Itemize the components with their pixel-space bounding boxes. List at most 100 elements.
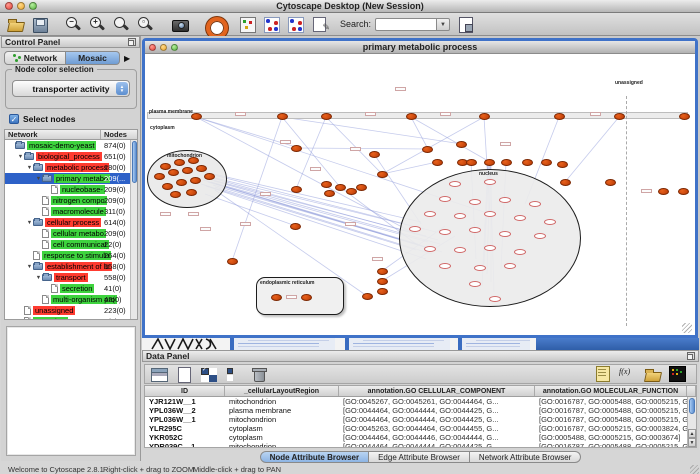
table-icon[interactable] [149, 366, 169, 382]
select-attributes-icon[interactable] [199, 366, 219, 382]
column-header[interactable]: ID [145, 386, 225, 396]
column-header[interactable]: annotation.GO CELLULAR_COMPONENT [339, 386, 535, 396]
gene-node-outlined[interactable] [469, 281, 481, 287]
zoom-fit-icon[interactable] [112, 15, 132, 33]
table-row[interactable]: YJR121W__1mitochondrion[GO:0045267, GO:0… [145, 397, 696, 406]
gene-node[interactable] [369, 151, 380, 158]
gene-node[interactable] [679, 113, 690, 120]
zoom-out-icon[interactable] [64, 15, 84, 33]
gene-node[interactable] [188, 157, 199, 164]
tree-scrollbar[interactable] [130, 140, 137, 319]
gene-node-outlined[interactable] [514, 215, 526, 221]
gene-node[interactable] [227, 258, 238, 265]
layout-a-icon[interactable] [262, 15, 282, 33]
gene-node[interactable] [406, 113, 417, 120]
attribute-editor-icon[interactable] [456, 15, 476, 33]
gene-node[interactable] [658, 188, 669, 195]
gene-node-outlined[interactable] [484, 245, 496, 251]
column-header[interactable]: _cellularLayoutRegion [225, 386, 339, 396]
new-doc-icon[interactable] [174, 366, 194, 382]
gene-node[interactable] [186, 189, 197, 196]
matrix-icon[interactable] [667, 365, 687, 381]
expander-icon[interactable]: ▼ [26, 220, 33, 226]
expander-icon[interactable]: ▼ [35, 176, 42, 182]
gene-node[interactable] [456, 141, 467, 148]
tab-overflow-arrow-icon[interactable]: ▶ [124, 54, 130, 63]
gene-node[interactable] [432, 159, 443, 166]
tab-edge-attribute-browser[interactable]: Edge Attribute Browser [369, 451, 470, 463]
background-window-fragment[interactable] [230, 338, 335, 350]
gene-node[interactable] [277, 113, 288, 120]
table-row[interactable]: YDR039C__1mitochondrion[GO:0044464, GO:0… [145, 442, 696, 448]
gene-node[interactable] [557, 161, 568, 168]
help-ring-icon[interactable] [204, 15, 224, 33]
gene-node[interactable] [522, 159, 533, 166]
gene-node[interactable] [324, 190, 335, 197]
gene-node[interactable] [541, 159, 552, 166]
tree-item[interactable]: unassigned223(0) [5, 305, 130, 316]
gene-node[interactable] [678, 188, 689, 195]
gene-node[interactable] [271, 294, 282, 301]
open-folder-icon[interactable] [643, 365, 663, 383]
gene-node[interactable] [501, 159, 512, 166]
expander-icon[interactable]: ▼ [26, 165, 33, 171]
attribute-table[interactable]: ID_cellularLayoutRegionannotation.GO CEL… [144, 385, 697, 448]
tree-item[interactable]: ▼cellular process614(0) [5, 217, 130, 228]
gene-node[interactable] [290, 223, 301, 230]
gene-node-outlined[interactable] [544, 219, 556, 225]
tree-item[interactable]: ▼metabolic process280(0) [5, 162, 130, 173]
snapshot-icon[interactable] [170, 15, 190, 33]
float-panel-icon[interactable] [128, 38, 136, 46]
column-header[interactable]: annotation.GO MOLECULAR_FUNCTION [535, 386, 687, 396]
float-panel-icon[interactable] [687, 352, 695, 360]
table-scrollbar[interactable]: ▲ ▼ [687, 397, 696, 447]
background-window-fragment[interactable] [536, 338, 699, 350]
gene-node-outlined[interactable] [474, 265, 486, 271]
gene-node[interactable] [191, 113, 202, 120]
gene-node[interactable] [162, 183, 173, 190]
gene-node[interactable] [196, 165, 207, 172]
background-window-fragment[interactable] [345, 338, 450, 350]
annotation-icon[interactable] [310, 15, 330, 33]
gene-node[interactable] [170, 191, 181, 198]
background-window-fragment[interactable] [458, 338, 530, 350]
gene-node-outlined[interactable] [409, 226, 421, 232]
tab-mosaic[interactable]: Mosaic [66, 51, 120, 65]
gene-node[interactable] [321, 113, 332, 120]
layout-b-icon[interactable] [286, 15, 306, 33]
window-resize-grip[interactable] [682, 323, 692, 333]
expander-icon[interactable]: ▼ [26, 264, 33, 270]
function-icon[interactable] [618, 365, 638, 381]
gene-node-outlined[interactable] [454, 247, 466, 253]
gene-node[interactable] [377, 278, 388, 285]
gene-node[interactable] [154, 173, 165, 180]
gene-node[interactable] [321, 181, 332, 188]
gene-node[interactable] [204, 173, 215, 180]
gene-node-outlined[interactable] [504, 263, 516, 269]
gene-node-outlined[interactable] [439, 196, 451, 202]
search-dropdown-arrow-icon[interactable]: ▼ [437, 18, 450, 31]
tree-item[interactable]: ▼primary metabo209(... [5, 173, 130, 184]
tab-node-attribute-browser[interactable]: Node Attribute Browser [260, 451, 370, 463]
app-resize-grip[interactable] [690, 465, 699, 474]
gene-node[interactable] [174, 159, 185, 166]
notes-icon[interactable] [593, 365, 613, 381]
tree-item[interactable]: ▼establishment of lo558(0) [5, 261, 130, 272]
gene-node-outlined[interactable] [449, 181, 461, 187]
gene-node-outlined[interactable] [514, 249, 526, 255]
gene-node[interactable] [377, 171, 388, 178]
tab-network-attribute-browser[interactable]: Network Attribute Browser [470, 451, 581, 463]
tree-item[interactable]: ▼biological_process651(0) [5, 151, 130, 162]
gene-node[interactable] [362, 293, 373, 300]
gene-node[interactable] [160, 163, 171, 170]
network-window-titlebar[interactable]: primary metabolic process [145, 41, 695, 54]
tree-item[interactable]: secretion41(0) [5, 283, 130, 294]
tab-network[interactable]: Network [4, 51, 66, 65]
expander-icon[interactable]: ▼ [35, 275, 42, 281]
network-overview-panel[interactable] [6, 326, 136, 456]
gene-node-outlined[interactable] [529, 201, 541, 207]
table-row[interactable]: YPL036W__2plasma membrane[GO:0044464, GO… [145, 406, 696, 415]
open-folder-icon[interactable] [6, 15, 26, 33]
gene-node[interactable] [168, 169, 179, 176]
gene-node[interactable] [422, 146, 433, 153]
